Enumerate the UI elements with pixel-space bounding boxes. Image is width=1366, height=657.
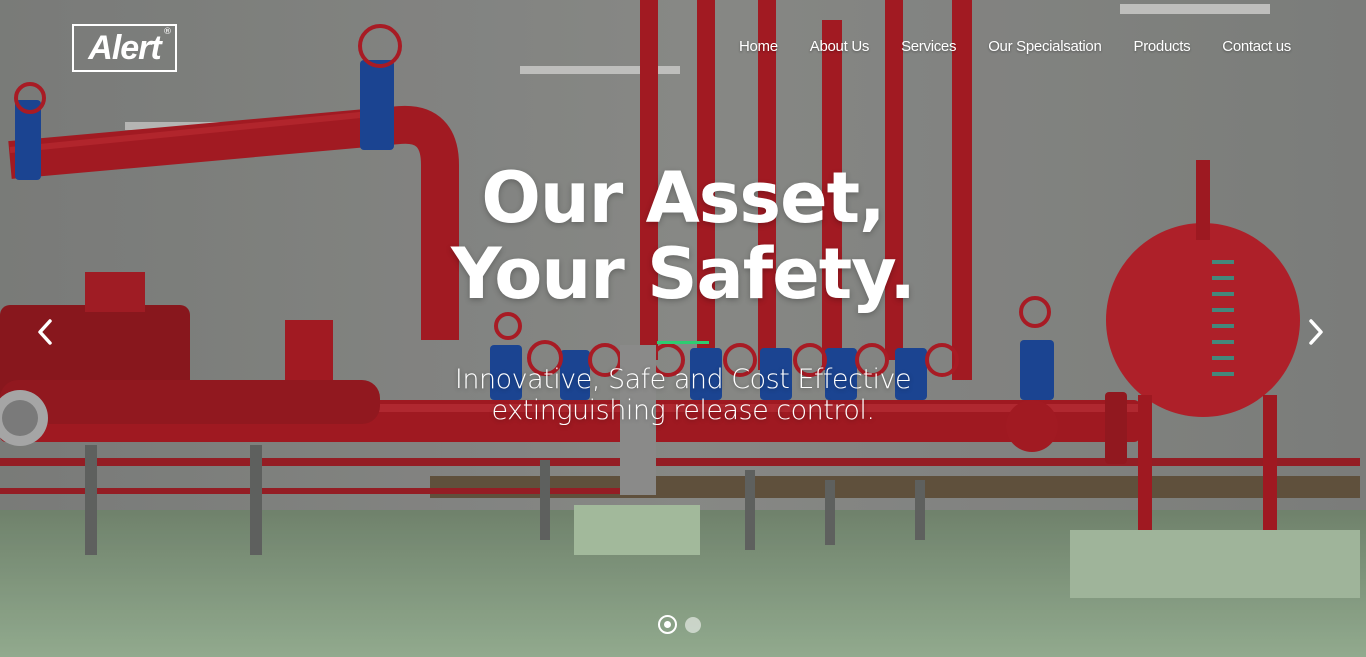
logo-wordmark: Alert — [88, 28, 161, 67]
nav-products[interactable]: Products — [1133, 38, 1190, 55]
nav-services[interactable]: Services — [901, 38, 956, 55]
hero-overlay — [0, 0, 1366, 657]
chevron-left-icon — [38, 319, 52, 345]
hero-subheadline: Innovative, Safe and Cost Effective exti… — [0, 364, 1366, 426]
hero-headline: Our Asset, Your Safety. — [0, 160, 1366, 312]
brand-logo[interactable]: Alert ® — [72, 24, 177, 72]
nav-home[interactable]: Home — [739, 38, 778, 55]
subline-line-2: extinguishing release control. — [491, 395, 875, 426]
subline-line-1: Innovative, Safe and Cost Effective — [454, 364, 912, 395]
carousel-dot-1[interactable] — [658, 615, 677, 634]
nav-our-specialisation[interactable]: Our Specialsation — [988, 38, 1102, 55]
nav-contact-us[interactable]: Contact us — [1222, 38, 1291, 55]
carousel-prev-button[interactable] — [30, 312, 60, 352]
main-nav: Home About Us Services Our Specialsation… — [739, 38, 1291, 55]
headline-line-2: Your Safety. — [451, 233, 916, 315]
headline-line-1: Our Asset, — [481, 157, 885, 239]
registered-mark: ® — [163, 27, 172, 37]
nav-about-us[interactable]: About Us — [810, 38, 870, 55]
hero-slider: Alert ® Home About Us Services Our Speci… — [0, 0, 1366, 657]
carousel-next-button[interactable] — [1301, 312, 1331, 352]
carousel-indicators — [658, 615, 701, 634]
headline-accent-divider — [657, 341, 709, 344]
chevron-right-icon — [1309, 319, 1323, 345]
carousel-dot-2[interactable] — [685, 617, 701, 633]
